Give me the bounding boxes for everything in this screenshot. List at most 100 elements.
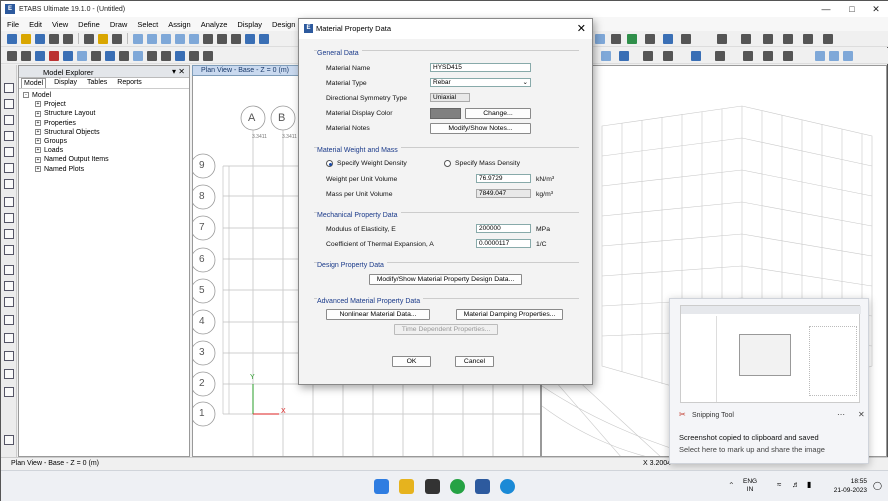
draw-floor-icon[interactable] — [4, 197, 14, 207]
maximize-button[interactable]: □ — [839, 1, 865, 17]
plan-view-icon[interactable] — [217, 33, 227, 44]
terminal-icon[interactable] — [425, 479, 440, 494]
weight-per-volume-input[interactable]: 76.9729 — [476, 174, 531, 183]
thermal-coefficient-input[interactable]: 0.0000117 — [476, 239, 531, 248]
tray-expand-icon[interactable]: ⌃ — [728, 481, 735, 490]
close-window-button[interactable]: ✕ — [863, 1, 888, 17]
draw-joint-icon[interactable] — [4, 115, 14, 125]
draw-brace-icon[interactable] — [681, 33, 691, 44]
rotate-view-icon[interactable] — [245, 33, 255, 44]
nonlinear-data-button[interactable]: Nonlinear Material Data... — [326, 309, 430, 320]
load-case-icon[interactable] — [715, 50, 725, 61]
draw-section-icon[interactable] — [4, 265, 14, 275]
draw-tendon-icon[interactable] — [4, 351, 14, 361]
expand-icon[interactable]: + — [35, 101, 41, 108]
zoom-out-icon[interactable] — [175, 33, 185, 44]
tab-reports[interactable]: Reports — [115, 78, 144, 88]
grid-icon[interactable] — [91, 50, 101, 61]
draw-opening-icon[interactable] — [763, 33, 773, 44]
print-icon[interactable] — [619, 50, 629, 61]
save-icon[interactable] — [35, 33, 45, 44]
elevation-view-icon[interactable] — [231, 33, 241, 44]
battery-icon[interactable]: ▮ — [807, 480, 811, 489]
menu-select[interactable]: Select — [137, 20, 158, 29]
snap-end-icon[interactable] — [815, 50, 825, 61]
draw-point-icon[interactable] — [4, 245, 14, 255]
zoom-rubberband-icon[interactable] — [133, 33, 143, 44]
tree-item-model[interactable]: - Model — [23, 91, 185, 100]
tree-item-structure-layout[interactable]: + Structure Layout — [23, 109, 185, 118]
expand-icon[interactable]: + — [35, 119, 41, 126]
menu-define[interactable]: Define — [78, 20, 100, 29]
draw-hatch-icon[interactable] — [4, 369, 14, 379]
menu-file[interactable]: File — [7, 20, 19, 29]
weight-density-radio[interactable] — [326, 160, 333, 167]
assign-icon[interactable] — [595, 33, 605, 44]
3d-view-icon[interactable] — [203, 33, 213, 44]
deformed-icon[interactable] — [133, 50, 143, 61]
expand-icon[interactable]: + — [35, 128, 41, 135]
etabs-taskbar-icon[interactable] — [475, 479, 490, 494]
menu-edit[interactable]: Edit — [29, 20, 42, 29]
volume-icon[interactable]: ♬ — [792, 480, 800, 489]
draw-rect-icon[interactable] — [4, 213, 14, 223]
language-indicator[interactable]: ENG IN — [743, 478, 757, 494]
screenshot-thumbnail[interactable] — [680, 305, 861, 403]
menu-analyze[interactable]: Analyze — [201, 20, 228, 29]
draw-column-icon[interactable] — [663, 33, 673, 44]
menu-view[interactable]: View — [52, 20, 68, 29]
mass-density-radio[interactable] — [444, 160, 451, 167]
undeformed-icon[interactable] — [119, 50, 129, 61]
tree-item-named-plots[interactable]: + Named Plots — [23, 165, 185, 174]
scale-icon[interactable] — [783, 50, 793, 61]
change-color-button[interactable]: Change... — [465, 108, 531, 119]
wifi-icon[interactable]: ≈ — [777, 480, 781, 489]
section-cut-icon[interactable] — [175, 50, 185, 61]
snap-mid-icon[interactable] — [829, 50, 839, 61]
menu-display[interactable]: Display — [237, 20, 262, 29]
snap-intersection-icon[interactable] — [843, 50, 853, 61]
draw-link-icon[interactable] — [783, 33, 793, 44]
cancel-button[interactable]: Cancel — [455, 356, 494, 367]
expand-icon[interactable]: + — [35, 147, 41, 154]
shell-obj-icon[interactable] — [663, 50, 673, 61]
lock-icon[interactable] — [98, 33, 108, 44]
material-type-select[interactable]: Rebar ⌄ — [430, 78, 531, 87]
link-icon[interactable] — [203, 50, 213, 61]
redo-icon[interactable] — [63, 33, 73, 44]
minimize-button[interactable]: — — [813, 1, 839, 17]
draw-grid-icon[interactable] — [4, 333, 14, 343]
dialog-close-icon[interactable]: ✕ — [577, 22, 586, 35]
reshape-tool-icon[interactable] — [4, 99, 14, 109]
pan-icon[interactable] — [189, 33, 199, 44]
quick-frame-icon[interactable] — [4, 147, 14, 157]
pencil-icon[interactable] — [84, 33, 94, 44]
tree-item-structural-objects[interactable]: + Structural Objects — [23, 128, 185, 137]
windows-start-icon[interactable] — [374, 479, 389, 494]
tab-tables[interactable]: Tables — [85, 78, 109, 88]
delete-icon[interactable] — [49, 50, 59, 61]
tree-item-loads[interactable]: + Loads — [23, 146, 185, 155]
collapse-icon[interactable]: - — [23, 92, 29, 99]
frame-obj-icon[interactable] — [643, 50, 653, 61]
window-select-icon[interactable] — [21, 50, 31, 61]
story-icon[interactable] — [189, 50, 199, 61]
loads-icon[interactable] — [161, 50, 171, 61]
check-icon[interactable] — [627, 33, 637, 44]
move-icon[interactable] — [763, 50, 773, 61]
plan-view-tab[interactable]: Plan View - Base - Z = 0 (m) — [192, 65, 304, 76]
zoom-restore-icon[interactable] — [147, 33, 157, 44]
shear-wall-icon[interactable] — [691, 50, 701, 61]
damping-properties-button[interactable]: Material Damping Properties... — [456, 309, 563, 320]
draw-pier-icon[interactable] — [4, 281, 14, 291]
run-icon[interactable] — [112, 33, 122, 44]
menu-assign[interactable]: Assign — [168, 20, 191, 29]
menu-draw[interactable]: Draw — [110, 20, 128, 29]
draw-cross-icon[interactable] — [4, 179, 14, 189]
expand-icon[interactable]: + — [35, 156, 41, 163]
toast-close-icon[interactable]: ✕ — [858, 410, 865, 419]
ok-button[interactable]: OK — [392, 356, 431, 367]
draw-wall-icon[interactable] — [717, 33, 727, 44]
pointer-tool-icon[interactable] — [4, 83, 14, 93]
axis-icon[interactable] — [743, 50, 753, 61]
